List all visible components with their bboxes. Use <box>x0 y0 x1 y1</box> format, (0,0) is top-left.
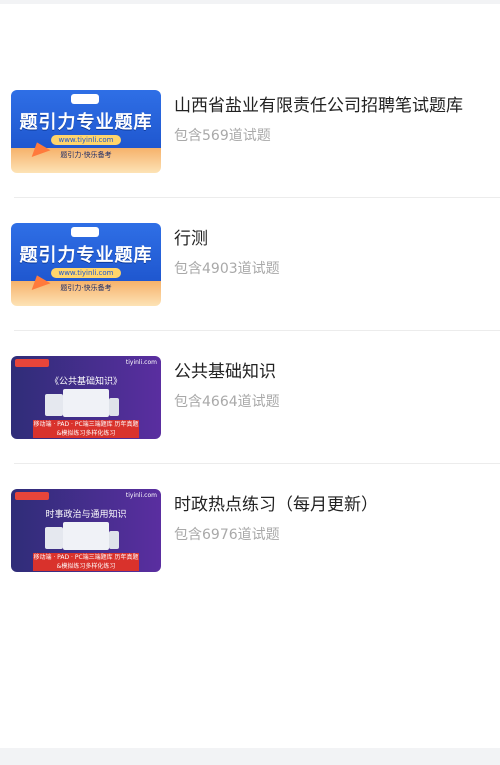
tablet-device-icon <box>45 394 63 416</box>
item-title[interactable]: 行测 <box>174 224 208 249</box>
tablet-device-icon <box>45 527 63 549</box>
item-question-count: 包含6976道试题 <box>174 527 280 543</box>
item-thumbnail[interactable]: 题引力专业题库 www.tiyinli.com 题引力·快乐备考 <box>11 223 161 306</box>
top-divider-bar <box>0 0 500 4</box>
thumbnail-brand: tiyinli.com <box>125 492 157 499</box>
thumbnail-headline: 《公共基础知识》 <box>49 377 122 387</box>
tag-badge <box>15 359 49 367</box>
tag-badge <box>15 492 49 500</box>
item-thumbnail[interactable]: 题引力专业题库 www.tiyinli.com 题引力·快乐备考 <box>11 90 161 173</box>
monitor-device-icon <box>63 389 109 417</box>
phone-device-icon <box>109 531 119 549</box>
thumbnail-band: 移动端 · PAD · PC端三端题库 历年真题&模拟练习多样化练习 <box>33 420 139 438</box>
thumbnail-brand: tiyinli.com <box>125 359 157 366</box>
item-title[interactable]: 公共基础知识 <box>174 357 276 382</box>
item-title[interactable]: 时政热点练习（每月更新） <box>174 490 378 515</box>
list-item[interactable]: 题引力专业题库 www.tiyinli.com 题引力·快乐备考 行测 包含49… <box>0 198 500 330</box>
item-question-count: 包含4903道试题 <box>174 261 280 277</box>
thumbnail-footer: 题引力·快乐备考 <box>60 151 112 159</box>
monitor-device-icon <box>63 522 109 550</box>
list-item[interactable]: tiyinli.com 《公共基础知识》 移动端 · PAD · PC端三端题库… <box>0 331 500 463</box>
item-question-count: 包含569道试题 <box>174 128 271 144</box>
thumbnail-headline: 题引力专业题库 <box>19 245 153 266</box>
phone-device-icon <box>109 398 119 416</box>
item-question-count: 包含4664道试题 <box>174 394 280 410</box>
list-item[interactable]: tiyinli.com 时事政治与通用知识 移动端 · PAD · PC端三端题… <box>0 464 500 596</box>
bottom-divider-bar <box>0 748 500 765</box>
thumbnail-url: www.tiyinli.com <box>51 135 121 145</box>
thumbnail-footer: 题引力·快乐备考 <box>60 284 112 292</box>
logo-icon <box>71 94 99 104</box>
thumbnail-headline: 时事政治与通用知识 <box>45 510 127 520</box>
thumbnail-url: www.tiyinli.com <box>51 268 121 278</box>
thumbnail-headline: 题引力专业题库 <box>19 112 153 133</box>
list-item[interactable]: 题引力专业题库 www.tiyinli.com 题引力·快乐备考 山西省盐业有限… <box>0 65 500 197</box>
item-thumbnail[interactable]: tiyinli.com 时事政治与通用知识 移动端 · PAD · PC端三端题… <box>11 489 161 572</box>
logo-icon <box>71 227 99 237</box>
thumbnail-band: 移动端 · PAD · PC端三端题库 历年真题&模拟练习多样化练习 <box>33 553 139 571</box>
item-title[interactable]: 山西省盐业有限责任公司招聘笔试题库 <box>174 91 463 116</box>
item-thumbnail[interactable]: tiyinli.com 《公共基础知识》 移动端 · PAD · PC端三端题库… <box>11 356 161 439</box>
